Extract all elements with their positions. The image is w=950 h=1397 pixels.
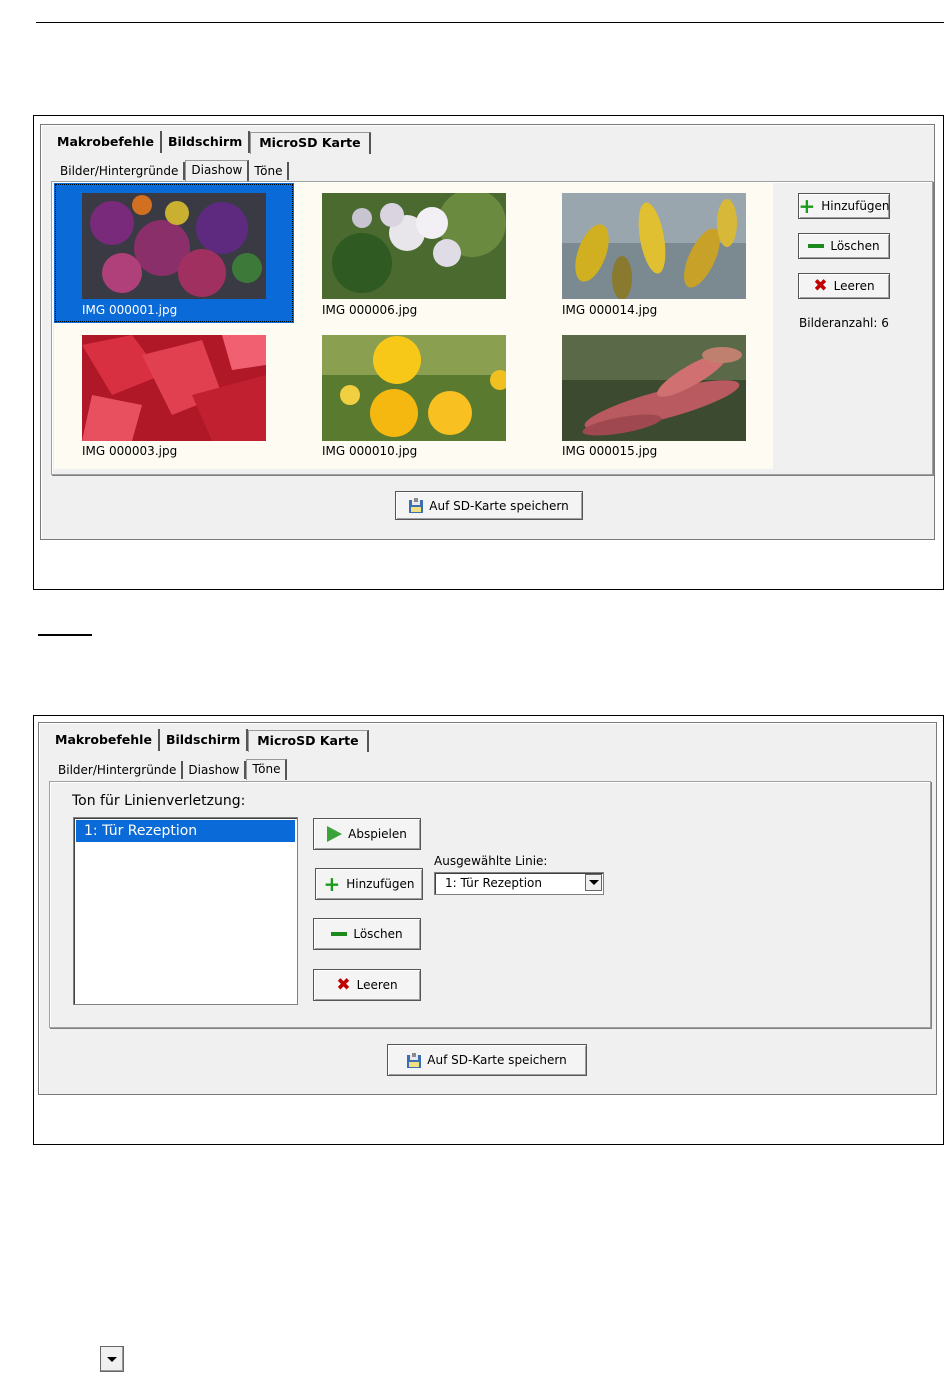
- thumbnail-image-6[interactable]: [562, 335, 746, 441]
- subtab-bilder-2[interactable]: Bilder/Hintergründe: [53, 761, 184, 779]
- save-disk-icon: [409, 498, 424, 513]
- tone-list[interactable]: 1: Tür Rezeption: [73, 817, 298, 1005]
- subtab-toene[interactable]: Töne: [249, 162, 290, 180]
- thumbnail-caption-3: IMG 000014.jpg: [562, 303, 658, 317]
- play-icon: [327, 826, 343, 842]
- short-rule: [38, 634, 92, 636]
- line-label: Ausgewählte Linie:: [434, 854, 548, 868]
- thumbnail-grid[interactable]: IMG 000001.jpg IMG 000006.jpg IMG 000014…: [54, 183, 773, 469]
- save-disk-icon-2: [407, 1052, 422, 1068]
- clear-images-button[interactable]: ✖ Leeren: [798, 273, 890, 299]
- window-toene: Makrobefehle Bildschirm MicroSD Karte Bi…: [38, 722, 937, 1095]
- save-sd-button[interactable]: Auf SD-Karte speichern: [395, 491, 583, 520]
- tab-microsd-karte[interactable]: MicroSD Karte: [250, 132, 371, 154]
- line-select[interactable]: 1: Tür Rezeption: [434, 872, 604, 895]
- add-tone-button[interactable]: + Hinzufügen: [315, 868, 423, 900]
- minus-icon: [808, 244, 825, 248]
- add-image-button[interactable]: + Hinzufügen: [798, 193, 890, 219]
- delete-image-button[interactable]: Löschen: [798, 233, 890, 259]
- image-count: Bilderanzahl: 6: [799, 316, 889, 330]
- dropdown-arrow-icon: [100, 1346, 124, 1372]
- thumbnail-image-2[interactable]: [322, 193, 506, 299]
- delete-tone-button[interactable]: Löschen: [313, 918, 421, 950]
- chevron-down-icon[interactable]: [585, 874, 602, 891]
- tab-makrobefehle[interactable]: Makrobefehle: [51, 131, 162, 153]
- tab-bildschirm[interactable]: Bildschirm: [161, 131, 251, 153]
- line-select-value: 1: Tür Rezeption: [445, 876, 542, 890]
- thumbnail-caption-6: IMG 000015.jpg: [562, 444, 658, 458]
- play-button[interactable]: Abspielen: [313, 818, 421, 850]
- subtab-toene-2[interactable]: Töne: [246, 759, 288, 780]
- clear-tones-button[interactable]: ✖ Leeren: [313, 969, 421, 1001]
- plus-icon-2: +: [323, 872, 341, 896]
- thumbnail-caption-2: IMG 000006.jpg: [322, 303, 418, 317]
- thumbnail-caption-4: IMG 000003.jpg: [82, 444, 178, 458]
- save-sd-button-2[interactable]: Auf SD-Karte speichern: [387, 1044, 587, 1076]
- tone-label: Ton für Linienverletzung:: [72, 793, 246, 809]
- subtab-diashow-2[interactable]: Diashow: [183, 761, 247, 779]
- thumbnail-caption-1: IMG 000001.jpg: [82, 303, 178, 317]
- top-rule: [36, 22, 944, 23]
- minus-icon-2: [331, 932, 348, 936]
- x-icon: ✖: [813, 276, 828, 296]
- main-tabs-2: Makrobefehle Bildschirm MicroSD Karte: [49, 729, 369, 752]
- thumbnail-caption-5: IMG 000010.jpg: [322, 444, 418, 458]
- tab-microsd-karte-2[interactable]: MicroSD Karte: [248, 730, 369, 752]
- tab-bildschirm-2[interactable]: Bildschirm: [159, 729, 249, 751]
- thumbnail-image-4[interactable]: [82, 335, 266, 441]
- plus-icon: +: [798, 194, 816, 218]
- sub-tabs-2: Bilder/Hintergründe Diashow Töne: [53, 758, 288, 780]
- window-diashow: Makrobefehle Bildschirm MicroSD Karte Bi…: [40, 124, 935, 540]
- subtab-bilder[interactable]: Bilder/Hintergründe: [55, 162, 186, 180]
- subtab-diashow[interactable]: Diashow: [185, 160, 250, 181]
- thumbnail-image-5[interactable]: [322, 335, 506, 441]
- thumbnail-image-1[interactable]: [82, 193, 266, 299]
- main-tabs: Makrobefehle Bildschirm MicroSD Karte: [51, 131, 371, 154]
- thumbnail-image-3[interactable]: [562, 193, 746, 299]
- x-icon-2: ✖: [336, 975, 351, 995]
- tab-makrobefehle-2[interactable]: Makrobefehle: [49, 729, 160, 751]
- sub-tabs: Bilder/Hintergründe Diashow Töne: [55, 159, 290, 181]
- tone-list-item[interactable]: 1: Tür Rezeption: [76, 820, 295, 842]
